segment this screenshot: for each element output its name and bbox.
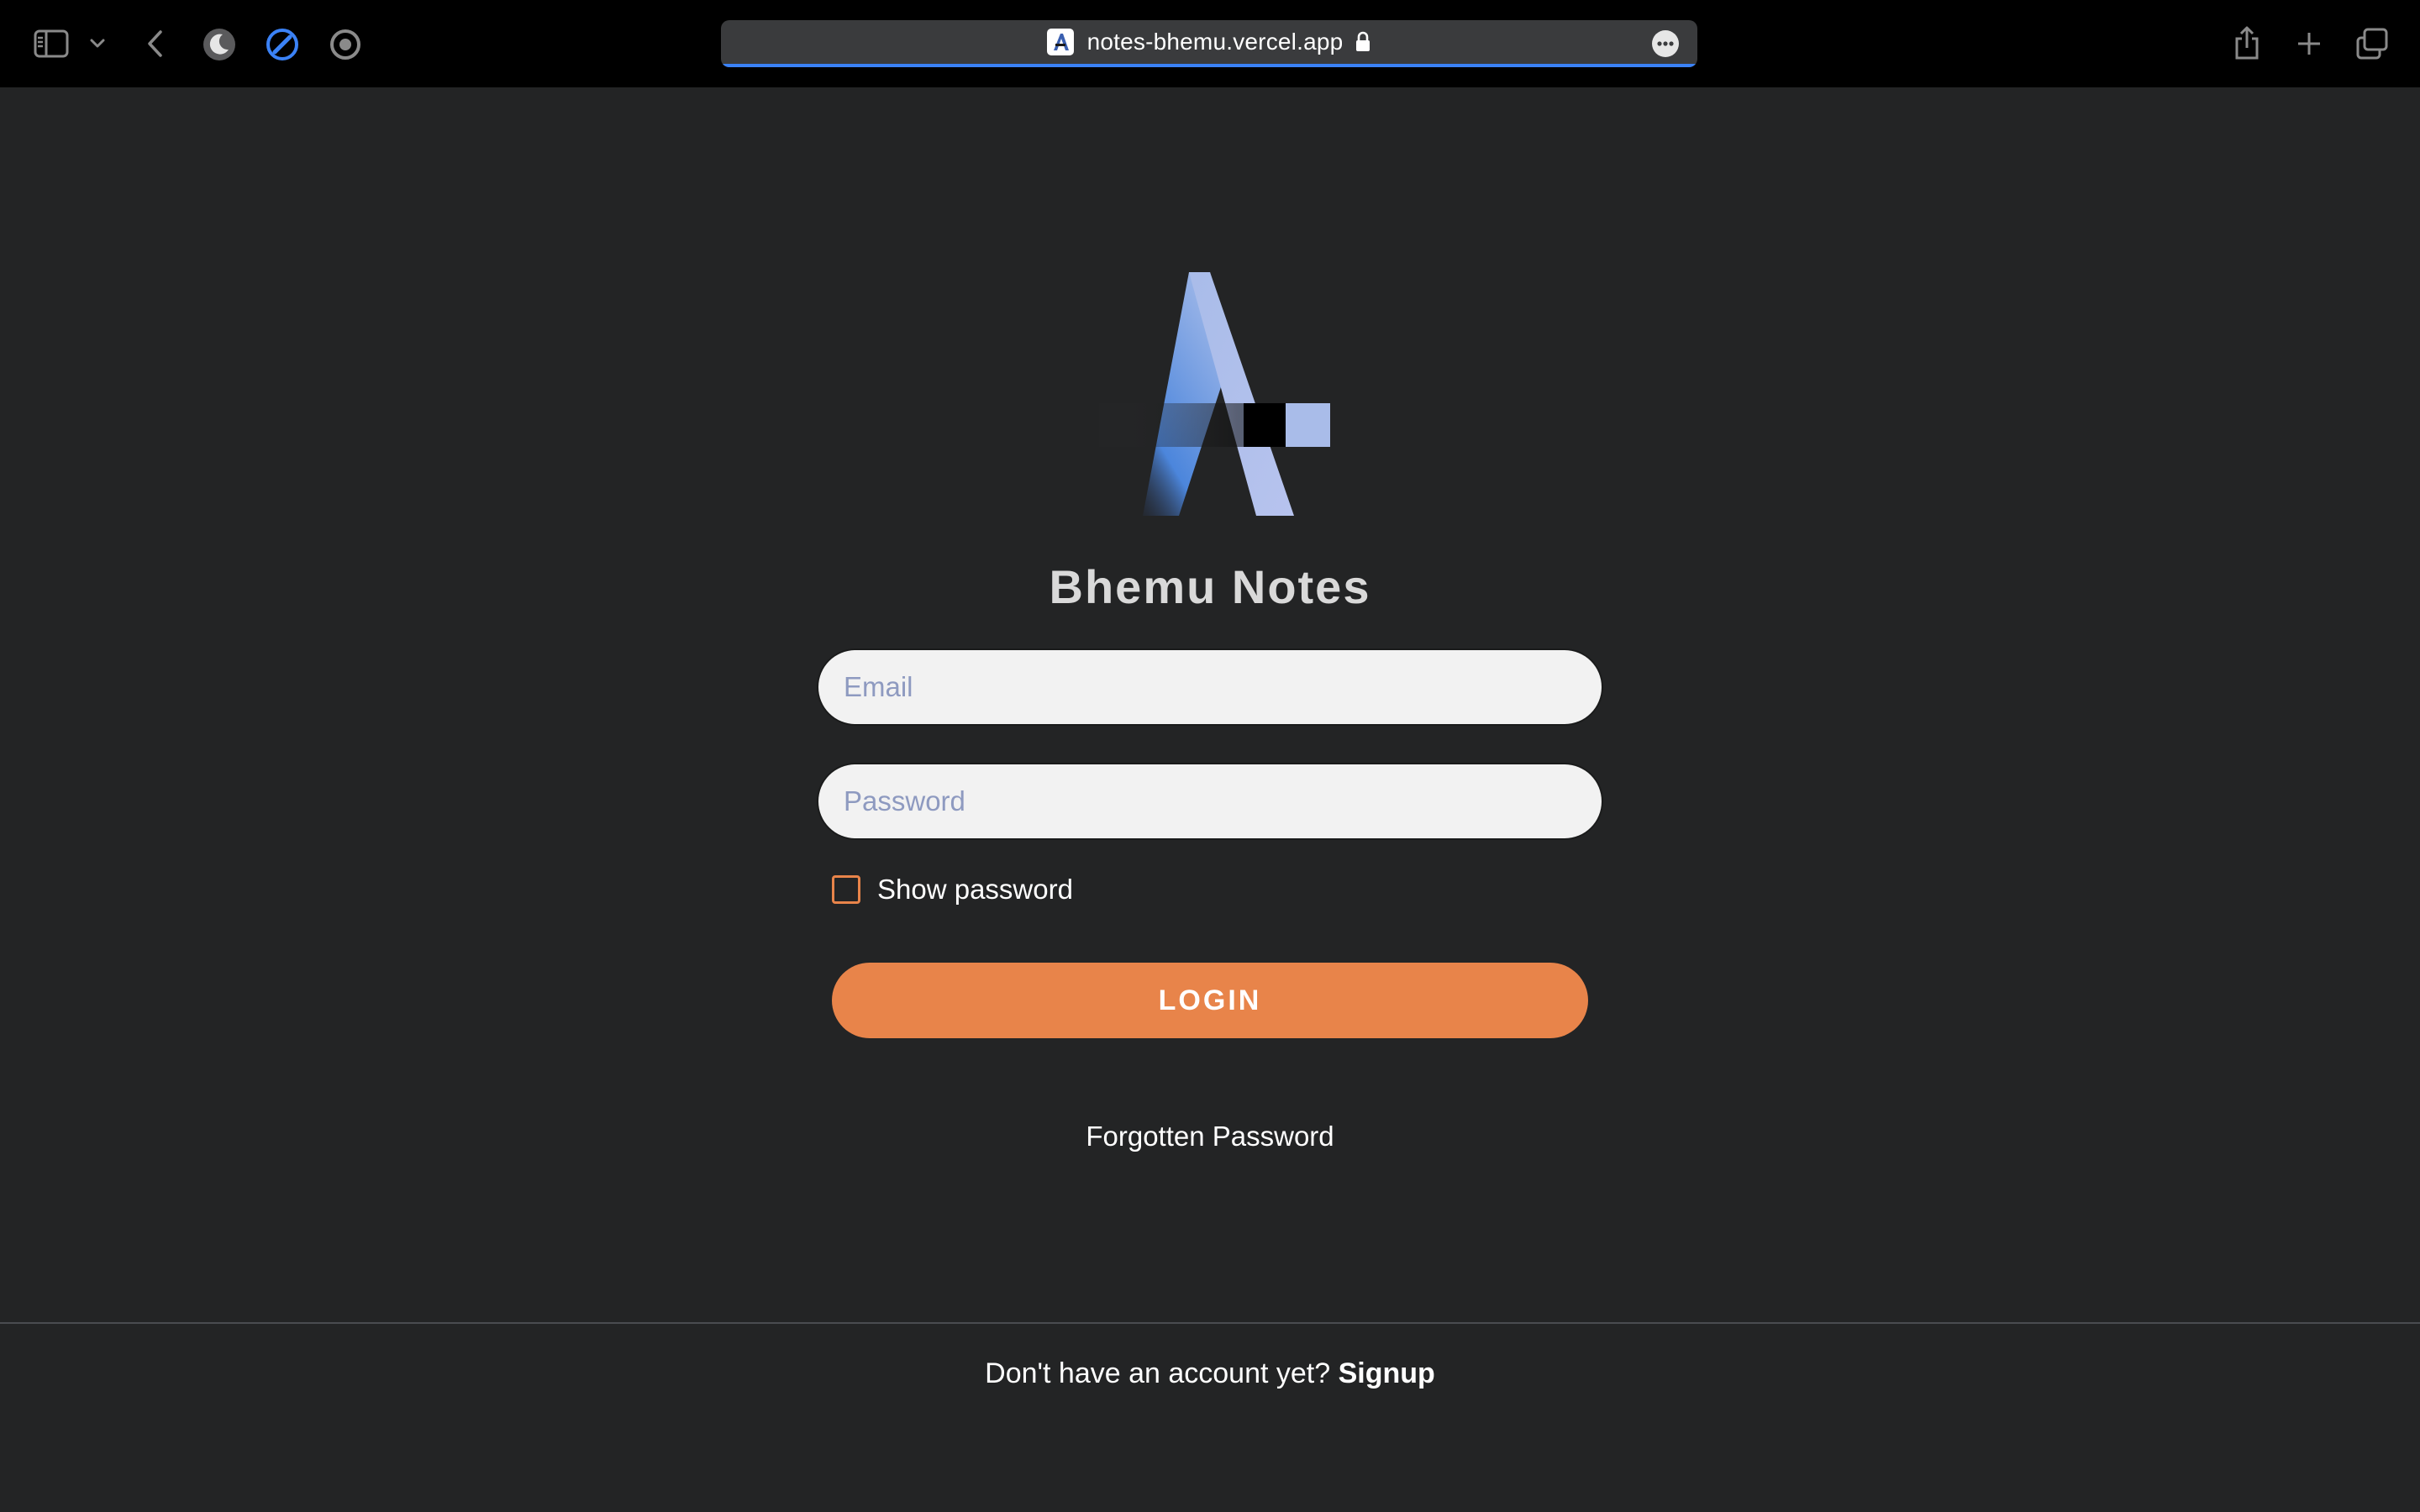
new-tab-button[interactable] — [2292, 27, 2326, 60]
signup-link[interactable]: Signup — [1339, 1357, 1435, 1389]
page-load-progress — [721, 64, 1697, 67]
extension-dark-mode-button[interactable] — [202, 27, 237, 62]
forgot-password-row: Forgotten Password — [0, 1121, 2420, 1152]
ellipsis-icon — [1652, 30, 1679, 57]
show-password-label: Show password — [877, 874, 1073, 905]
back-button[interactable] — [139, 25, 170, 62]
sidebar-toggle-button[interactable] — [32, 25, 71, 62]
url-text: notes-bhemu.vercel.app — [1086, 29, 1344, 55]
extension-record-button[interactable] — [328, 27, 363, 62]
bhemu-logo-icon — [1053, 34, 1069, 50]
sidebar-menu-button[interactable] — [87, 32, 108, 55]
password-input[interactable] — [818, 764, 1602, 838]
footer-divider — [0, 1322, 2420, 1324]
login-button[interactable]: LOGIN — [832, 963, 1588, 1038]
app-title: Bhemu Notes — [1049, 560, 1371, 613]
extension-compass-button[interactable] — [265, 27, 300, 62]
show-password-toggle[interactable]: Show password — [832, 874, 1073, 906]
chevron-left-icon — [148, 30, 162, 57]
show-password-checkbox[interactable] — [832, 875, 860, 904]
signup-prompt: Don't have an account yet? — [985, 1357, 1339, 1389]
record-icon — [330, 29, 360, 60]
lock-icon — [1355, 31, 1371, 53]
signup-footer: Don't have an account yet? Signup — [0, 1357, 2420, 1390]
email-input[interactable] — [818, 650, 1602, 724]
plus-icon — [2298, 33, 2320, 55]
site-favicon — [1046, 29, 1074, 55]
forgot-password-link[interactable]: Forgotten Password — [1086, 1121, 1334, 1152]
bhemu-logo — [1084, 267, 1341, 516]
chevron-down-icon — [90, 39, 105, 48]
share-icon — [2235, 26, 2259, 60]
tabs-icon — [2356, 28, 2388, 60]
moon-icon — [203, 29, 235, 60]
tab-overview-button[interactable] — [2354, 25, 2391, 62]
address-bar[interactable]: notes-bhemu.vercel.app — [721, 20, 1697, 67]
bhemu-a-logo-icon — [1099, 272, 1330, 516]
sidebar-icon — [34, 29, 69, 58]
share-button[interactable] — [2230, 24, 2264, 62]
page-menu-button[interactable] — [1650, 29, 1681, 59]
compass-icon — [266, 29, 298, 60]
browser-toolbar: notes-bhemu.vercel.app — [0, 0, 2420, 87]
